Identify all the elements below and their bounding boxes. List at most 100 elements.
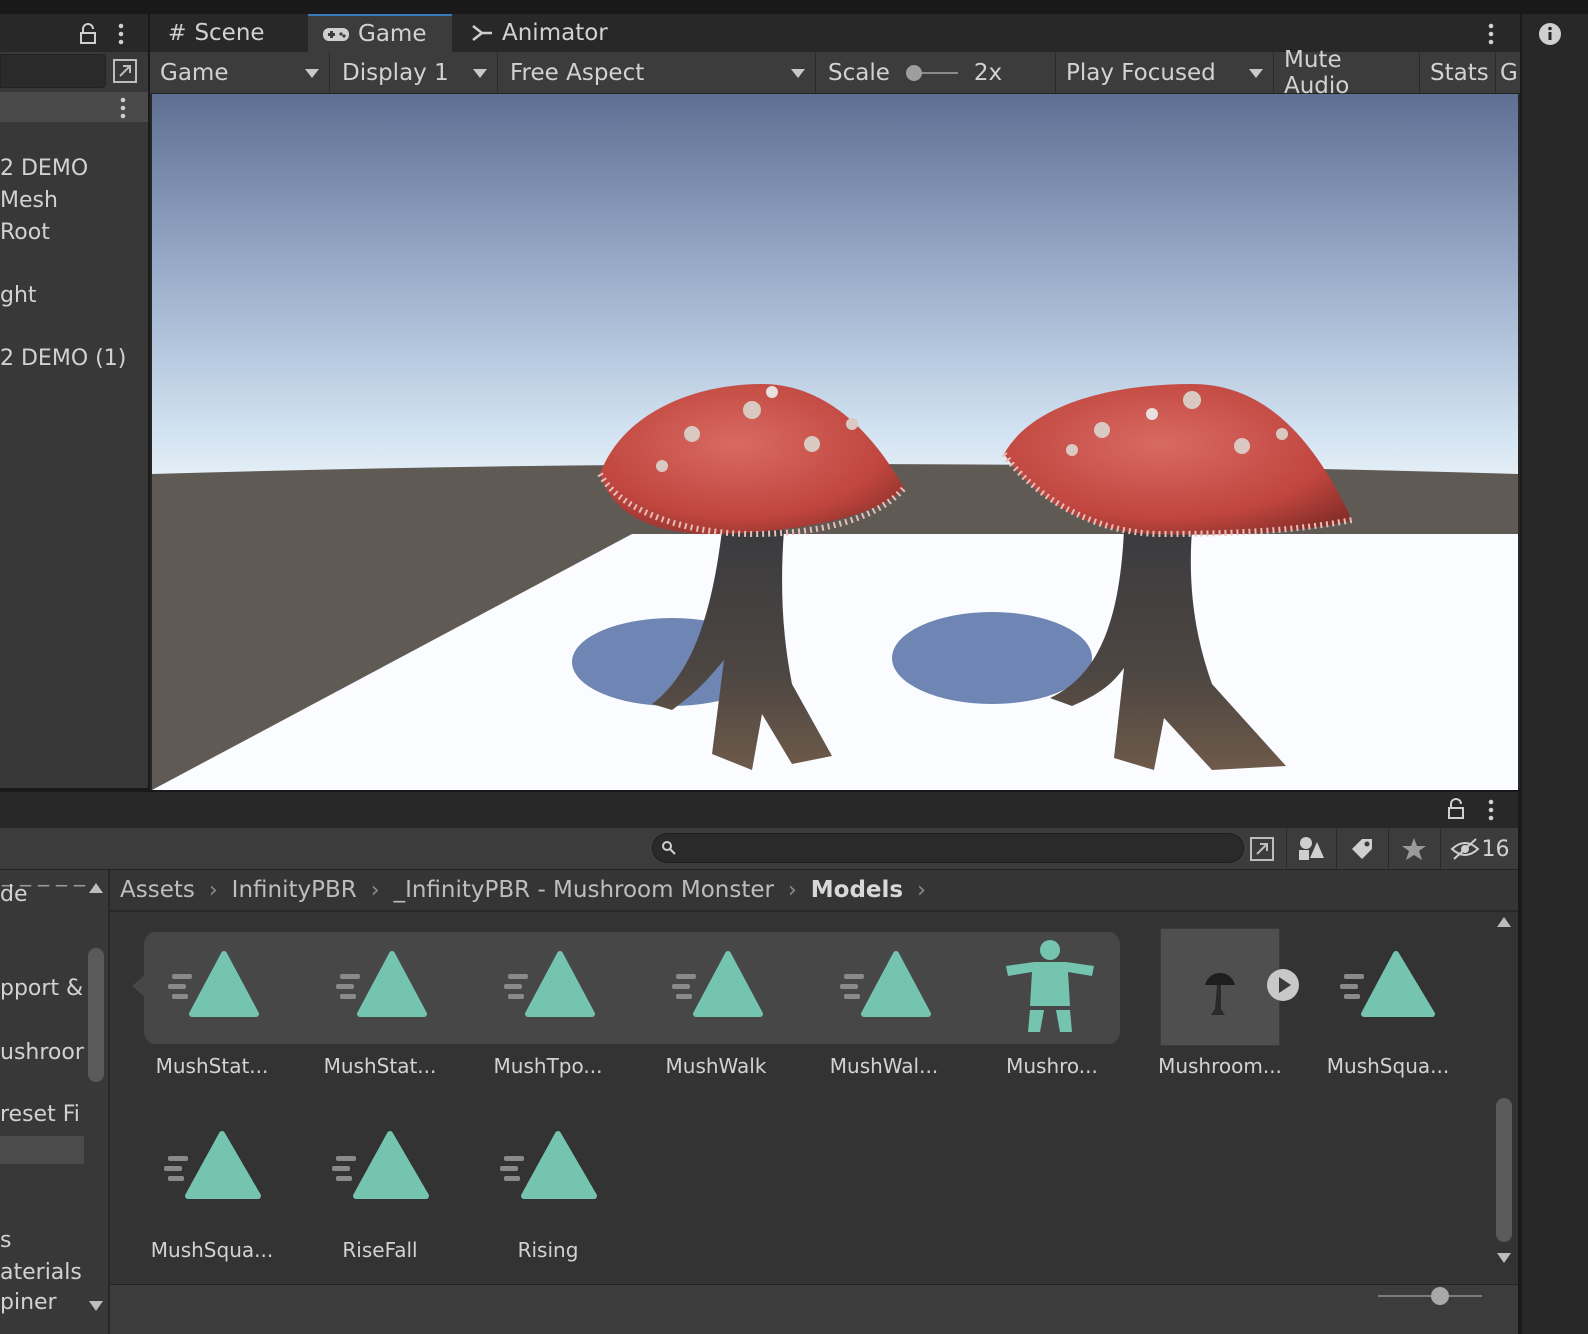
model-preview-thumbnail[interactable] bbox=[1160, 928, 1280, 1046]
asset-label[interactable]: MushSqua... bbox=[1304, 1054, 1472, 1078]
toggle-label: Mute Audio bbox=[1284, 47, 1350, 99]
folder-item[interactable]: piner bbox=[0, 1290, 57, 1315]
kebab-menu-icon[interactable] bbox=[118, 96, 128, 120]
game-mode-dropdown[interactable]: Game bbox=[150, 52, 330, 94]
folder-item[interactable]: de bbox=[0, 882, 28, 907]
grid-icon: # bbox=[168, 20, 187, 46]
tab-animator[interactable]: Animator bbox=[456, 14, 626, 52]
maximize-icon[interactable] bbox=[1248, 835, 1276, 863]
animation-clip-icon[interactable] bbox=[1338, 950, 1440, 1020]
display-dropdown[interactable]: Display 1 bbox=[332, 52, 498, 94]
scale-control: Scale 2x bbox=[818, 52, 1056, 94]
icon-size-slider[interactable] bbox=[1372, 1285, 1488, 1307]
animation-clip-icon[interactable] bbox=[504, 950, 596, 1020]
chevron-right-icon: › bbox=[208, 877, 218, 903]
dropdown-label: Free Aspect bbox=[510, 60, 645, 86]
dropdown-label: G bbox=[1500, 60, 1518, 86]
gizmos-dropdown[interactable]: G bbox=[1496, 52, 1520, 94]
hidden-count: 16 bbox=[1481, 836, 1510, 862]
asset-label[interactable]: Rising bbox=[464, 1238, 632, 1262]
breadcrumb-item[interactable]: Assets bbox=[120, 877, 195, 903]
hierarchy-item[interactable]: Mesh bbox=[0, 188, 58, 213]
folder-item[interactable]: aterials bbox=[0, 1260, 82, 1285]
animation-clip-icon[interactable] bbox=[336, 950, 428, 1020]
scale-value: 2x bbox=[973, 60, 1003, 86]
hierarchy-item[interactable]: Root bbox=[0, 220, 50, 245]
hierarchy-item[interactable]: ght bbox=[0, 283, 37, 308]
game-viewport[interactable] bbox=[152, 94, 1518, 790]
folder-item[interactable]: reset Fi bbox=[0, 1102, 80, 1127]
asset-label[interactable]: Mushroom... bbox=[1136, 1054, 1304, 1078]
hierarchy-panel: 2 DEMO Mesh Root ght 2 DEMO (1) bbox=[0, 14, 148, 788]
asset-label[interactable]: MushStat... bbox=[296, 1054, 464, 1078]
mute-audio-toggle[interactable]: Mute Audio bbox=[1274, 47, 1420, 99]
scale-slider[interactable] bbox=[904, 63, 960, 83]
folder-item[interactable]: pport & bbox=[0, 976, 83, 1001]
game-toolbar: Game Display 1 Free Aspect Scale 2x Play… bbox=[150, 47, 1520, 99]
dropdown-label: Display 1 bbox=[342, 60, 449, 86]
tab-label: Animator bbox=[502, 20, 608, 46]
eye-slash-icon bbox=[1450, 838, 1479, 860]
inspector-panel bbox=[1520, 14, 1588, 1334]
asset-grid-scrollbar-thumb[interactable] bbox=[1496, 1098, 1512, 1242]
play-preview-icon[interactable] bbox=[1266, 968, 1300, 1002]
hierarchy-item[interactable]: 2 DEMO bbox=[0, 156, 88, 181]
asset-grid: MushStat... MushStat... MushTpo... MushW… bbox=[110, 912, 1518, 1284]
hierarchy-search-input[interactable] bbox=[0, 54, 106, 88]
kebab-menu-icon[interactable] bbox=[116, 22, 126, 46]
asset-label[interactable]: MushWal... bbox=[800, 1054, 968, 1078]
chevron-down-icon bbox=[791, 68, 805, 78]
animation-clip-icon[interactable] bbox=[168, 950, 260, 1020]
folder-item[interactable]: s bbox=[0, 1228, 11, 1253]
animation-clip-icon[interactable] bbox=[498, 1130, 600, 1202]
animation-clip-icon[interactable] bbox=[330, 1130, 432, 1202]
tab-scene[interactable]: # Scene bbox=[154, 14, 304, 52]
scroll-down-icon[interactable] bbox=[1496, 1252, 1512, 1264]
asset-label[interactable]: MushWalk bbox=[632, 1054, 800, 1078]
tag-icon bbox=[1351, 839, 1372, 859]
breadcrumb-item[interactable]: _InfinityPBR - Mushroom Monster bbox=[394, 877, 774, 903]
hierarchy-item[interactable]: 2 DEMO (1) bbox=[0, 346, 126, 371]
project-search-input[interactable] bbox=[652, 833, 1244, 863]
editor-top-strip bbox=[0, 0, 1588, 14]
scroll-up-icon[interactable] bbox=[1496, 916, 1512, 928]
hierarchy-header bbox=[0, 14, 148, 52]
project-footer bbox=[110, 1284, 1518, 1334]
filter-by-label-button[interactable] bbox=[1336, 828, 1386, 870]
lock-icon[interactable] bbox=[1446, 798, 1466, 822]
folder-item-selected[interactable] bbox=[0, 1136, 84, 1164]
dropdown-label: Play Focused bbox=[1066, 60, 1216, 86]
aspect-dropdown[interactable]: Free Aspect bbox=[500, 52, 816, 94]
project-panel: 16 _ _ _ _ _ de pport & ushroor reset Fi… bbox=[0, 792, 1518, 1334]
scroll-up-icon[interactable] bbox=[88, 882, 104, 894]
avatar-icon[interactable] bbox=[1000, 936, 1100, 1036]
shapes-icon bbox=[1298, 837, 1324, 860]
folder-item[interactable]: ushroor bbox=[0, 1040, 84, 1065]
chevron-right-icon: › bbox=[370, 877, 380, 903]
asset-label[interactable]: MushStat... bbox=[128, 1054, 296, 1078]
breadcrumb-item[interactable]: InfinityPBR bbox=[232, 877, 357, 903]
asset-label[interactable]: RiseFall bbox=[296, 1238, 464, 1262]
asset-label[interactable]: Mushro... bbox=[968, 1054, 1136, 1078]
animation-clip-icon[interactable] bbox=[840, 950, 932, 1020]
hidden-packages-toggle[interactable]: 16 bbox=[1440, 828, 1518, 870]
folder-tree-scrollbar-thumb[interactable] bbox=[88, 948, 104, 1082]
filter-by-type-button[interactable] bbox=[1286, 828, 1334, 870]
kebab-menu-icon[interactable] bbox=[1486, 22, 1496, 46]
asset-label[interactable]: MushSqua... bbox=[128, 1238, 296, 1262]
kebab-menu-icon[interactable] bbox=[1486, 798, 1496, 822]
play-focused-dropdown[interactable]: Play Focused bbox=[1056, 52, 1274, 94]
animation-clip-icon[interactable] bbox=[672, 950, 764, 1020]
asset-label[interactable]: MushTpo... bbox=[464, 1054, 632, 1078]
tab-label: Game bbox=[358, 21, 427, 47]
breadcrumb-item-current[interactable]: Models bbox=[811, 877, 903, 903]
scroll-down-icon[interactable] bbox=[88, 1300, 104, 1312]
maximize-icon[interactable] bbox=[112, 58, 138, 84]
scale-label: Scale bbox=[828, 60, 890, 86]
lock-icon[interactable] bbox=[78, 23, 98, 45]
info-icon[interactable] bbox=[1538, 22, 1562, 46]
tab-game[interactable]: Game bbox=[308, 14, 452, 52]
favorites-button[interactable] bbox=[1388, 828, 1438, 870]
animation-clip-icon[interactable] bbox=[162, 1130, 264, 1202]
stats-toggle[interactable]: Stats bbox=[1420, 52, 1496, 94]
